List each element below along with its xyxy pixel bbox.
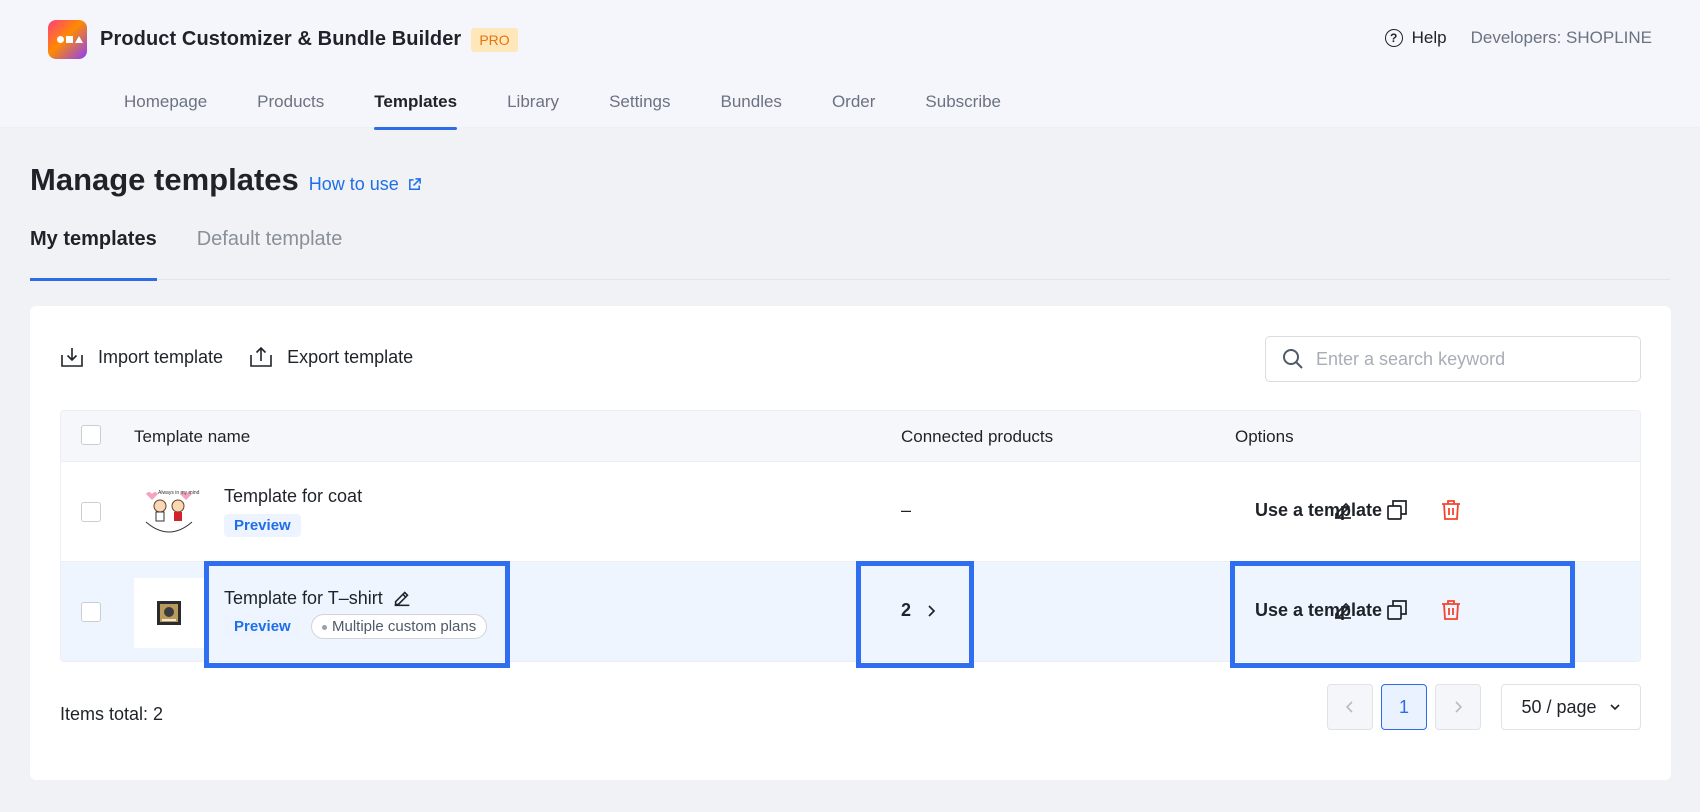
delete-icon[interactable] — [1439, 598, 1463, 622]
question-circle-icon: ? — [1384, 29, 1403, 47]
nav-tab-templates[interactable]: Templates — [374, 92, 457, 130]
chevron-left-icon — [1345, 701, 1353, 713]
how-to-use-link[interactable]: How to use — [309, 174, 422, 195]
pagination: 1 50 / page — [1319, 684, 1641, 730]
search-box — [1265, 336, 1641, 382]
tab-default-template[interactable]: Default template — [197, 228, 343, 280]
nav-tab-subscribe[interactable]: Subscribe — [925, 92, 1001, 130]
header-options: Options — [1235, 427, 1294, 446]
custom-plans-tag: Multiple custom plans — [311, 614, 488, 639]
edit-icon[interactable] — [1331, 498, 1355, 522]
template-name-wrap: Template for T–shirt — [224, 587, 413, 609]
templates-card: Import template Export template Template… — [30, 306, 1671, 780]
page-size-select[interactable]: 50 / page — [1501, 684, 1641, 730]
row-checkbox[interactable] — [81, 502, 101, 522]
nav-tab-products[interactable]: Products — [257, 92, 324, 130]
items-total: Items total: 2 — [60, 704, 164, 724]
table-row: Always in my mind Template for coat Prev… — [61, 461, 1640, 561]
table-header: Template name Connected products Options — [61, 411, 1640, 461]
chevron-down-icon — [1609, 704, 1620, 711]
developer-label: Developers: SHOPLINE — [1470, 28, 1652, 47]
help-link[interactable]: ? Help — [1384, 28, 1447, 48]
search-input[interactable] — [1316, 348, 1616, 370]
header-right: ? Help Developers: SHOPLINE — [1384, 28, 1652, 48]
preview-button[interactable]: Preview — [224, 514, 301, 537]
upload-icon — [250, 346, 272, 367]
use-template-button[interactable]: Use a template — [1255, 600, 1382, 621]
header-connected-products: Connected products — [901, 427, 1054, 446]
page-header: Manage templates How to use — [30, 162, 422, 198]
nav-tab-settings[interactable]: Settings — [609, 92, 670, 130]
page-size-value: 50 / page — [1521, 696, 1597, 717]
copy-icon[interactable] — [1385, 598, 1409, 622]
delete-icon[interactable] — [1439, 498, 1463, 522]
template-thumbnail: Always in my mind — [134, 478, 204, 548]
select-all-checkbox[interactable] — [81, 425, 101, 445]
chevron-right-icon — [1455, 701, 1463, 713]
chevron-right-icon — [928, 604, 936, 617]
import-template-button[interactable]: Import template — [60, 346, 223, 368]
download-icon — [61, 348, 83, 367]
app-title: Product Customizer & Bundle Builder — [100, 28, 462, 50]
main-nav: Homepage Products Templates Library Sett… — [124, 92, 1051, 130]
app-logo — [48, 20, 87, 59]
preview-button[interactable]: Preview — [224, 615, 301, 638]
page-number-button[interactable]: 1 — [1381, 684, 1427, 730]
edit-icon[interactable] — [1331, 598, 1355, 622]
import-template-label: Import template — [98, 346, 224, 367]
edit-name-icon[interactable] — [391, 587, 413, 609]
table-row: Template for T–shirt Preview Multiple cu… — [61, 561, 1640, 661]
svg-text:Always in my mind: Always in my mind — [158, 490, 200, 496]
use-template-button[interactable]: Use a template — [1255, 500, 1382, 521]
export-template-label: Export template — [287, 346, 414, 367]
help-label: Help — [1411, 28, 1447, 47]
nav-tab-library[interactable]: Library — [507, 92, 559, 130]
nav-tab-order[interactable]: Order — [832, 92, 875, 130]
connected-products-value: – — [901, 500, 912, 520]
sub-tabs: My templates Default template — [30, 228, 1670, 281]
row-checkbox[interactable] — [81, 602, 101, 622]
toolbar: Import template Export template — [60, 346, 439, 368]
nav-tab-homepage[interactable]: Homepage — [124, 92, 207, 130]
search-icon — [1283, 349, 1303, 369]
export-template-button[interactable]: Export template — [249, 346, 413, 368]
brand: Product Customizer & Bundle Builder PRO — [48, 20, 518, 59]
templates-table: Template name Connected products Options… — [60, 410, 1641, 662]
next-page-button[interactable] — [1435, 684, 1481, 730]
prev-page-button[interactable] — [1327, 684, 1373, 730]
copy-icon[interactable] — [1385, 498, 1409, 522]
pro-badge: PRO — [471, 27, 518, 52]
tab-my-templates[interactable]: My templates — [30, 228, 157, 281]
top-header: Product Customizer & Bundle Builder PRO … — [0, 0, 1700, 130]
how-to-use-label: How to use — [308, 174, 399, 194]
header-template-name: Template name — [134, 427, 251, 446]
page-title: Manage templates — [30, 162, 299, 197]
external-link-icon — [408, 178, 421, 190]
template-name: Template for coat — [224, 486, 363, 506]
template-thumbnail — [134, 578, 204, 648]
template-name: Template for T–shirt — [224, 587, 383, 608]
connected-products-count: 2 — [901, 600, 912, 620]
nav-tab-bundles[interactable]: Bundles — [721, 92, 782, 130]
connected-products-link[interactable]: 2 — [901, 600, 937, 621]
